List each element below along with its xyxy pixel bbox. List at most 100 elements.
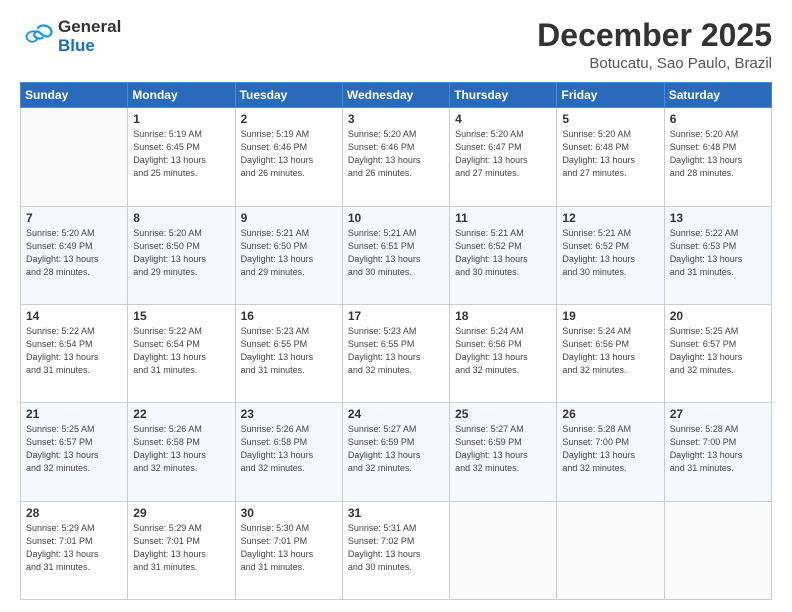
table-row: 6 Sunrise: 5:20 AM Sunset: 6:48 PM Daylig… (664, 108, 771, 206)
day-number: 20 (670, 309, 766, 323)
col-thursday: Thursday (450, 83, 557, 108)
day-info: Sunrise: 5:19 AM Sunset: 6:45 PM Dayligh… (133, 128, 229, 180)
table-row: 13 Sunrise: 5:22 AM Sunset: 6:53 PM Dayli… (664, 206, 771, 304)
day-info: Sunrise: 5:27 AM Sunset: 6:59 PM Dayligh… (348, 423, 444, 475)
table-row: 29 Sunrise: 5:29 AM Sunset: 7:01 PM Dayli… (128, 501, 235, 599)
table-row: 30Sunrise: 5:30 AM Sunset: 7:01 PM Dayli… (235, 501, 342, 599)
day-number: 18 (455, 309, 551, 323)
table-row: 8 Sunrise: 5:20 AM Sunset: 6:50 PM Daylig… (128, 206, 235, 304)
day-number: 2 (241, 112, 337, 126)
day-number: 31 (348, 506, 444, 520)
day-number: 17 (348, 309, 444, 323)
table-row: 7Sunrise: 5:20 AM Sunset: 6:49 PM Daylig… (21, 206, 128, 304)
title-area: December 2025 Botucatu, Sao Paulo, Brazi… (537, 18, 772, 72)
col-monday: Monday (128, 83, 235, 108)
table-row: 1 Sunrise: 5:19 AM Sunset: 6:45 PM Daylig… (128, 108, 235, 206)
day-number: 23 (241, 407, 337, 421)
col-wednesday: Wednesday (342, 83, 449, 108)
table-row: 18 Sunrise: 5:24 AM Sunset: 6:56 PM Dayli… (450, 304, 557, 402)
day-number: 28 (26, 506, 122, 520)
calendar-week-row: 7Sunrise: 5:20 AM Sunset: 6:49 PM Daylig… (21, 206, 772, 304)
table-row: 22Sunrise: 5:26 AM Sunset: 6:58 PM Dayli… (128, 403, 235, 501)
day-info: Sunrise: 5:30 AM Sunset: 7:01 PM Dayligh… (241, 522, 337, 574)
table-row: 19Sunrise: 5:24 AM Sunset: 6:56 PM Dayli… (557, 304, 664, 402)
day-number: 11 (455, 211, 551, 225)
day-number: 12 (562, 211, 658, 225)
day-info: Sunrise: 5:20 AM Sunset: 6:48 PM Dayligh… (670, 128, 766, 180)
day-info: Sunrise: 5:25 AM Sunset: 6:57 PM Dayligh… (670, 325, 766, 377)
table-row (557, 501, 664, 599)
day-info: Sunrise: 5:27 AM Sunset: 6:59 PM Dayligh… (455, 423, 551, 475)
day-info: Sunrise: 5:21 AM Sunset: 6:52 PM Dayligh… (455, 227, 551, 279)
day-number: 3 (348, 112, 444, 126)
logo-icon (20, 23, 56, 51)
day-info: Sunrise: 5:22 AM Sunset: 6:53 PM Dayligh… (670, 227, 766, 279)
table-row: 10Sunrise: 5:21 AM Sunset: 6:51 PM Dayli… (342, 206, 449, 304)
table-row (664, 501, 771, 599)
page: General Blue December 2025 Botucatu, Sao… (0, 0, 792, 612)
col-tuesday: Tuesday (235, 83, 342, 108)
day-number: 22 (133, 407, 229, 421)
table-row: 3 Sunrise: 5:20 AM Sunset: 6:46 PM Daylig… (342, 108, 449, 206)
day-number: 6 (670, 112, 766, 126)
day-info: Sunrise: 5:21 AM Sunset: 6:51 PM Dayligh… (348, 227, 444, 279)
day-number: 25 (455, 407, 551, 421)
table-row: 28Sunrise: 5:29 AM Sunset: 7:01 PM Dayli… (21, 501, 128, 599)
table-row: 15Sunrise: 5:22 AM Sunset: 6:54 PM Dayli… (128, 304, 235, 402)
calendar-week-row: 21 Sunrise: 5:25 AM Sunset: 6:57 PM Dayli… (21, 403, 772, 501)
day-info: Sunrise: 5:20 AM Sunset: 6:47 PM Dayligh… (455, 128, 551, 180)
day-number: 26 (562, 407, 658, 421)
day-number: 13 (670, 211, 766, 225)
table-row: 9Sunrise: 5:21 AM Sunset: 6:50 PM Daylig… (235, 206, 342, 304)
day-info: Sunrise: 5:29 AM Sunset: 7:01 PM Dayligh… (133, 522, 229, 574)
day-info: Sunrise: 5:20 AM Sunset: 6:48 PM Dayligh… (562, 128, 658, 180)
table-row (21, 108, 128, 206)
day-number: 21 (26, 407, 122, 421)
day-info: Sunrise: 5:23 AM Sunset: 6:55 PM Dayligh… (348, 325, 444, 377)
day-info: Sunrise: 5:20 AM Sunset: 6:50 PM Dayligh… (133, 227, 229, 279)
day-info: Sunrise: 5:26 AM Sunset: 6:58 PM Dayligh… (241, 423, 337, 475)
table-row: 26 Sunrise: 5:28 AM Sunset: 7:00 PM Dayli… (557, 403, 664, 501)
day-info: Sunrise: 5:22 AM Sunset: 6:54 PM Dayligh… (133, 325, 229, 377)
day-info: Sunrise: 5:28 AM Sunset: 7:00 PM Dayligh… (562, 423, 658, 475)
day-info: Sunrise: 5:31 AM Sunset: 7:02 PM Dayligh… (348, 522, 444, 574)
day-number: 29 (133, 506, 229, 520)
table-row: 14 Sunrise: 5:22 AM Sunset: 6:54 PM Dayli… (21, 304, 128, 402)
logo: General Blue (20, 18, 121, 55)
table-row: 24 Sunrise: 5:27 AM Sunset: 6:59 PM Dayli… (342, 403, 449, 501)
table-row: 31 Sunrise: 5:31 AM Sunset: 7:02 PM Dayli… (342, 501, 449, 599)
col-sunday: Sunday (21, 83, 128, 108)
col-friday: Friday (557, 83, 664, 108)
day-info: Sunrise: 5:24 AM Sunset: 6:56 PM Dayligh… (562, 325, 658, 377)
day-number: 5 (562, 112, 658, 126)
location-subtitle: Botucatu, Sao Paulo, Brazil (537, 55, 772, 72)
day-number: 27 (670, 407, 766, 421)
table-row: 17 Sunrise: 5:23 AM Sunset: 6:55 PM Dayli… (342, 304, 449, 402)
day-number: 24 (348, 407, 444, 421)
day-number: 1 (133, 112, 229, 126)
day-info: Sunrise: 5:20 AM Sunset: 6:49 PM Dayligh… (26, 227, 122, 279)
table-row: 2Sunrise: 5:19 AM Sunset: 6:46 PM Daylig… (235, 108, 342, 206)
header: General Blue December 2025 Botucatu, Sao… (20, 18, 772, 72)
logo-general: General (58, 18, 121, 37)
day-number: 4 (455, 112, 551, 126)
day-info: Sunrise: 5:24 AM Sunset: 6:56 PM Dayligh… (455, 325, 551, 377)
table-row: 21 Sunrise: 5:25 AM Sunset: 6:57 PM Dayli… (21, 403, 128, 501)
calendar-week-row: 28 Sunrise: 5:29 AM Sunset: 7:01 PM Dayli… (21, 501, 772, 599)
day-number: 14 (26, 309, 122, 323)
day-number: 8 (133, 211, 229, 225)
table-row: 20 Sunrise: 5:25 AM Sunset: 6:57 PM Dayli… (664, 304, 771, 402)
table-row (450, 501, 557, 599)
table-row: 11 Sunrise: 5:21 AM Sunset: 6:52 PM Dayli… (450, 206, 557, 304)
day-info: Sunrise: 5:20 AM Sunset: 6:46 PM Dayligh… (348, 128, 444, 180)
calendar-week-row: 1 Sunrise: 5:19 AM Sunset: 6:45 PM Daylig… (21, 108, 772, 206)
day-info: Sunrise: 5:22 AM Sunset: 6:54 PM Dayligh… (26, 325, 122, 377)
day-number: 9 (241, 211, 337, 225)
day-info: Sunrise: 5:23 AM Sunset: 6:55 PM Dayligh… (241, 325, 337, 377)
day-info: Sunrise: 5:25 AM Sunset: 6:57 PM Dayligh… (26, 423, 122, 475)
table-row: 25 Sunrise: 5:27 AM Sunset: 6:59 PM Dayli… (450, 403, 557, 501)
day-number: 16 (241, 309, 337, 323)
calendar-table: Sunday Monday Tuesday Wednesday Thursday… (20, 82, 772, 600)
col-saturday: Saturday (664, 83, 771, 108)
day-info: Sunrise: 5:28 AM Sunset: 7:00 PM Dayligh… (670, 423, 766, 475)
